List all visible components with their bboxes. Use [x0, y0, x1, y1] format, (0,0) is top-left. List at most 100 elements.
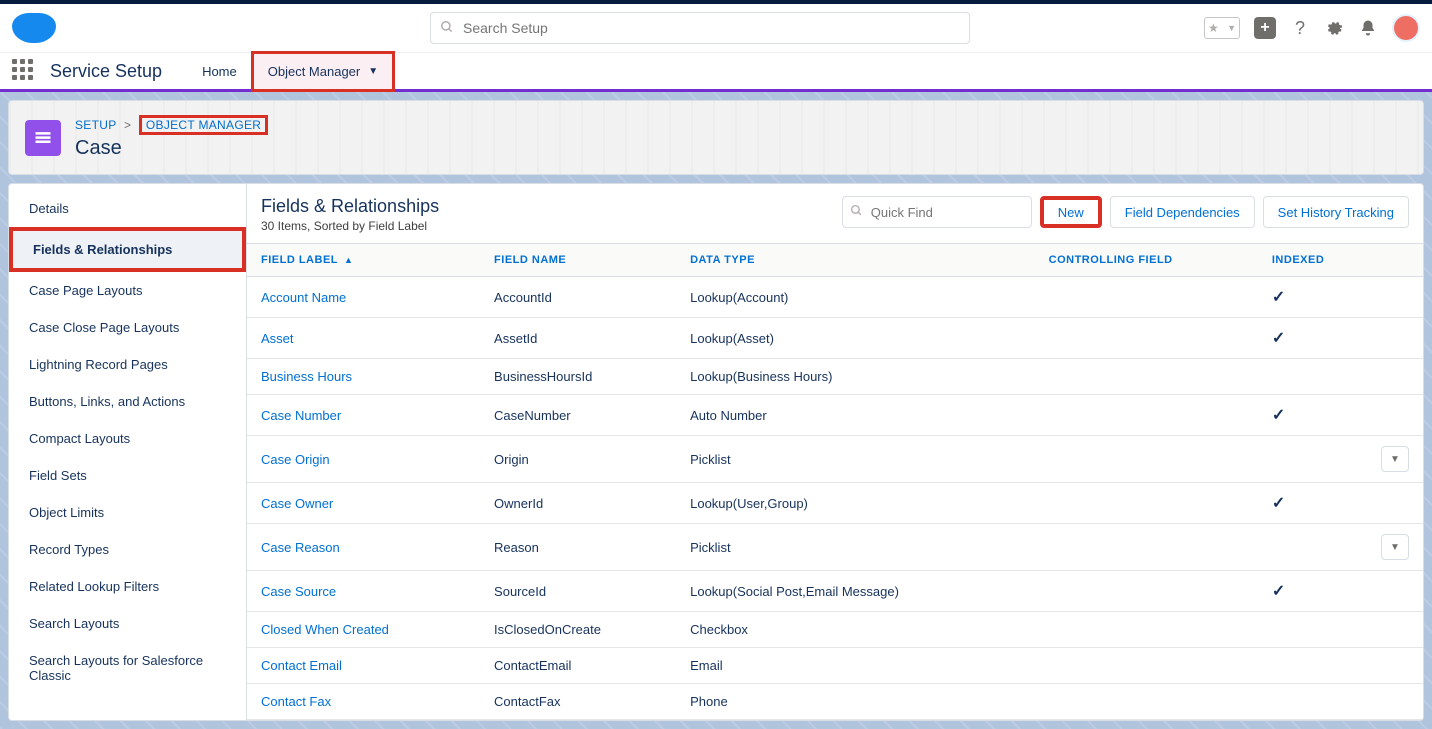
help-icon[interactable]: ?	[1290, 18, 1310, 38]
sidebar-item[interactable]: Record Types	[9, 531, 246, 568]
field-label-link[interactable]: Case Origin	[261, 452, 330, 467]
object-icon	[25, 120, 61, 156]
field-label-link[interactable]: Case Source	[261, 584, 336, 599]
check-icon: ✓	[1272, 407, 1285, 424]
chevron-down-icon: ▼	[368, 66, 378, 77]
content-title: Fields & Relationships	[261, 196, 439, 217]
breadcrumb-object-manager[interactable]: OBJECT MANAGER	[139, 115, 268, 135]
context-bar: Service Setup Home Object Manager ▼	[0, 52, 1432, 92]
sidebar-item[interactable]: Case Close Page Layouts	[9, 309, 246, 346]
col-field-name[interactable]: FIELD NAME	[486, 244, 682, 277]
col-controlling-field[interactable]: CONTROLLING FIELD	[1041, 244, 1264, 277]
table-row: Closed When Created IsClosedOnCreateCheck…	[247, 612, 1423, 648]
col-indexed[interactable]: INDEXED	[1264, 244, 1373, 277]
nav-home[interactable]: Home	[188, 54, 251, 89]
field-name-cell: Origin	[486, 436, 682, 483]
data-type-cell: Lookup(Account)	[682, 277, 1041, 318]
indexed-cell	[1264, 436, 1373, 483]
controlling-field-cell	[1041, 648, 1264, 684]
data-type-cell: Lookup(Business Hours)	[682, 359, 1041, 395]
controlling-field-cell	[1041, 483, 1264, 524]
field-name-cell: IsClosedOnCreate	[486, 612, 682, 648]
sidebar-item[interactable]: Related Lookup Filters	[9, 568, 246, 605]
page-header: SETUP > OBJECT MANAGER Case	[8, 100, 1424, 175]
controlling-field-cell	[1041, 436, 1264, 483]
content-subtitle: 30 Items, Sorted by Field Label	[261, 219, 439, 233]
indexed-cell	[1264, 648, 1373, 684]
check-icon: ✓	[1272, 330, 1285, 347]
field-label-link[interactable]: Contact Fax	[261, 694, 331, 709]
search-icon	[850, 204, 863, 217]
table-row: Case NumberCaseNumberAuto Number✓	[247, 395, 1423, 436]
data-type-cell: Lookup(Asset)	[682, 318, 1041, 359]
sidebar-item[interactable]: Compact Layouts	[9, 420, 246, 457]
field-label-link[interactable]: Closed When Created	[261, 622, 389, 637]
table-row: Account NameAccountIdLookup(Account)✓	[247, 277, 1423, 318]
col-field-label[interactable]: FIELD LABEL▲	[247, 244, 486, 277]
field-dependencies-button[interactable]: Field Dependencies	[1110, 196, 1255, 228]
indexed-cell	[1264, 524, 1373, 571]
field-name-cell: SourceId	[486, 571, 682, 612]
indexed-cell: ✓	[1264, 483, 1373, 524]
search-input[interactable]	[430, 12, 970, 44]
notifications-bell-icon[interactable]	[1358, 18, 1378, 38]
global-actions-button[interactable]: +	[1254, 17, 1276, 39]
app-launcher-icon[interactable]	[12, 59, 36, 83]
set-history-tracking-button[interactable]: Set History Tracking	[1263, 196, 1409, 228]
new-button[interactable]: New	[1040, 196, 1102, 228]
field-label-link[interactable]: Case Number	[261, 408, 341, 423]
quick-find[interactable]	[842, 196, 1032, 228]
table-row: Case OwnerOwnerIdLookup(User,Group)✓	[247, 483, 1423, 524]
sidebar-item[interactable]: Lightning Record Pages	[9, 346, 246, 383]
controlling-field-cell	[1041, 571, 1264, 612]
table-row: Case OriginOriginPicklist▼	[247, 436, 1423, 483]
controlling-field-cell	[1041, 318, 1264, 359]
sidebar-item[interactable]: Buttons, Links, and Actions	[9, 383, 246, 420]
check-icon: ✓	[1272, 289, 1285, 306]
sidebar-item[interactable]: Field Sets	[9, 457, 246, 494]
controlling-field-cell	[1041, 277, 1264, 318]
search-icon	[440, 20, 454, 34]
field-name-cell: ContactEmail	[486, 648, 682, 684]
nav-object-manager[interactable]: Object Manager ▼	[251, 51, 395, 92]
sidebar-item[interactable]: Search Layouts for Salesforce Classic	[9, 642, 246, 694]
sidebar-item[interactable]: Details	[9, 190, 246, 227]
check-icon: ✓	[1272, 583, 1285, 600]
breadcrumb: SETUP > OBJECT MANAGER	[75, 115, 268, 135]
field-name-cell: Reason	[486, 524, 682, 571]
plus-icon: +	[1260, 19, 1269, 37]
field-label-link[interactable]: Account Name	[261, 290, 346, 305]
field-label-link[interactable]: Case Reason	[261, 540, 340, 555]
table-row: Case SourceSourceIdLookup(Social Post,Em…	[247, 571, 1423, 612]
table-row: Case ReasonReasonPicklist▼	[247, 524, 1423, 571]
data-type-cell: Checkbox	[682, 612, 1041, 648]
global-search[interactable]	[430, 12, 970, 44]
controlling-field-cell	[1041, 524, 1264, 571]
col-data-type[interactable]: DATA TYPE	[682, 244, 1041, 277]
global-header: ★ ▼ + ?	[0, 4, 1432, 52]
sidebar-item[interactable]: Fields & Relationships	[9, 227, 246, 272]
data-type-cell: Email	[682, 648, 1041, 684]
field-label-link[interactable]: Contact Email	[261, 658, 342, 673]
sidebar-item[interactable]: Case Page Layouts	[9, 272, 246, 309]
star-icon: ★	[1208, 21, 1219, 35]
setup-gear-icon[interactable]	[1324, 18, 1344, 38]
field-label-link[interactable]: Asset	[261, 331, 294, 346]
breadcrumb-setup[interactable]: SETUP	[75, 118, 116, 132]
field-label-link[interactable]: Business Hours	[261, 369, 352, 384]
favorites-button[interactable]: ★ ▼	[1204, 17, 1240, 39]
indexed-cell	[1264, 612, 1373, 648]
app-name: Service Setup	[50, 61, 162, 82]
user-avatar[interactable]	[1392, 14, 1420, 42]
quick-find-input[interactable]	[842, 196, 1032, 228]
sidebar: DetailsFields & RelationshipsCase Page L…	[9, 184, 247, 720]
indexed-cell: ✓	[1264, 571, 1373, 612]
salesforce-logo[interactable]	[12, 13, 56, 43]
field-label-link[interactable]: Case Owner	[261, 496, 333, 511]
sidebar-item[interactable]: Object Limits	[9, 494, 246, 531]
field-name-cell: OwnerId	[486, 483, 682, 524]
sidebar-item[interactable]: Search Layouts	[9, 605, 246, 642]
row-actions-button[interactable]: ▼	[1381, 446, 1409, 472]
row-actions-button[interactable]: ▼	[1381, 534, 1409, 560]
table-row: Contact Email ContactEmailEmail	[247, 648, 1423, 684]
